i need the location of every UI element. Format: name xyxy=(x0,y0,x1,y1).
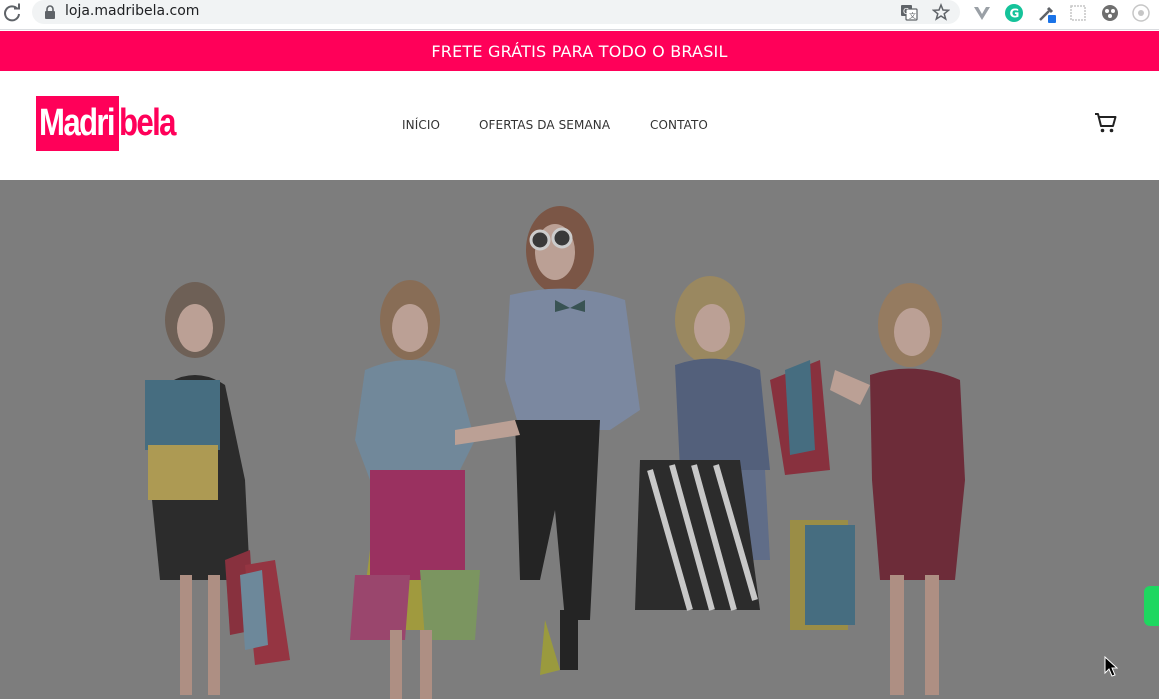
grammarly-icon[interactable]: G xyxy=(1004,3,1024,23)
extension-icon[interactable] xyxy=(1068,3,1088,23)
mouse-cursor-icon xyxy=(1104,656,1118,677)
translate-icon[interactable]: G 文 xyxy=(900,3,918,21)
bookmark-star-icon[interactable] xyxy=(932,3,950,21)
promo-text: FRETE GRÁTIS PARA TODO O BRASIL xyxy=(431,41,728,61)
eyedropper-icon[interactable] xyxy=(1037,3,1057,23)
extension-icon-3[interactable] xyxy=(1131,3,1151,23)
shopping-cart-icon[interactable] xyxy=(1094,111,1118,135)
reload-icon[interactable] xyxy=(2,3,22,23)
promo-banner: FRETE GRÁTIS PARA TODO O BRASIL xyxy=(0,31,1159,71)
lock-icon[interactable] xyxy=(44,5,56,19)
nav-item-inicio[interactable]: INÍCIO xyxy=(402,118,440,132)
main-nav: INÍCIO OFERTAS DA SEMANA CONTATO xyxy=(0,118,1159,138)
svg-text:文: 文 xyxy=(909,11,916,20)
svg-text:G: G xyxy=(1010,7,1020,21)
hero-banner[interactable] xyxy=(0,180,1159,699)
browser-toolbar: loja.madribela.com G 文 G xyxy=(0,0,1159,30)
url-text[interactable]: loja.madribela.com xyxy=(65,3,199,19)
nav-item-ofertas[interactable]: OFERTAS DA SEMANA xyxy=(479,118,610,132)
site-header: Madri bela INÍCIO OFERTAS DA SEMANA CONT… xyxy=(0,71,1159,180)
whatsapp-float-button[interactable] xyxy=(1144,586,1159,626)
extension-icon-2[interactable] xyxy=(1100,3,1120,23)
hero-image xyxy=(0,180,1159,699)
address-bar[interactable]: loja.madribela.com G 文 xyxy=(32,0,960,24)
vue-devtools-icon[interactable] xyxy=(972,3,992,23)
nav-item-contato[interactable]: CONTATO xyxy=(650,118,708,132)
